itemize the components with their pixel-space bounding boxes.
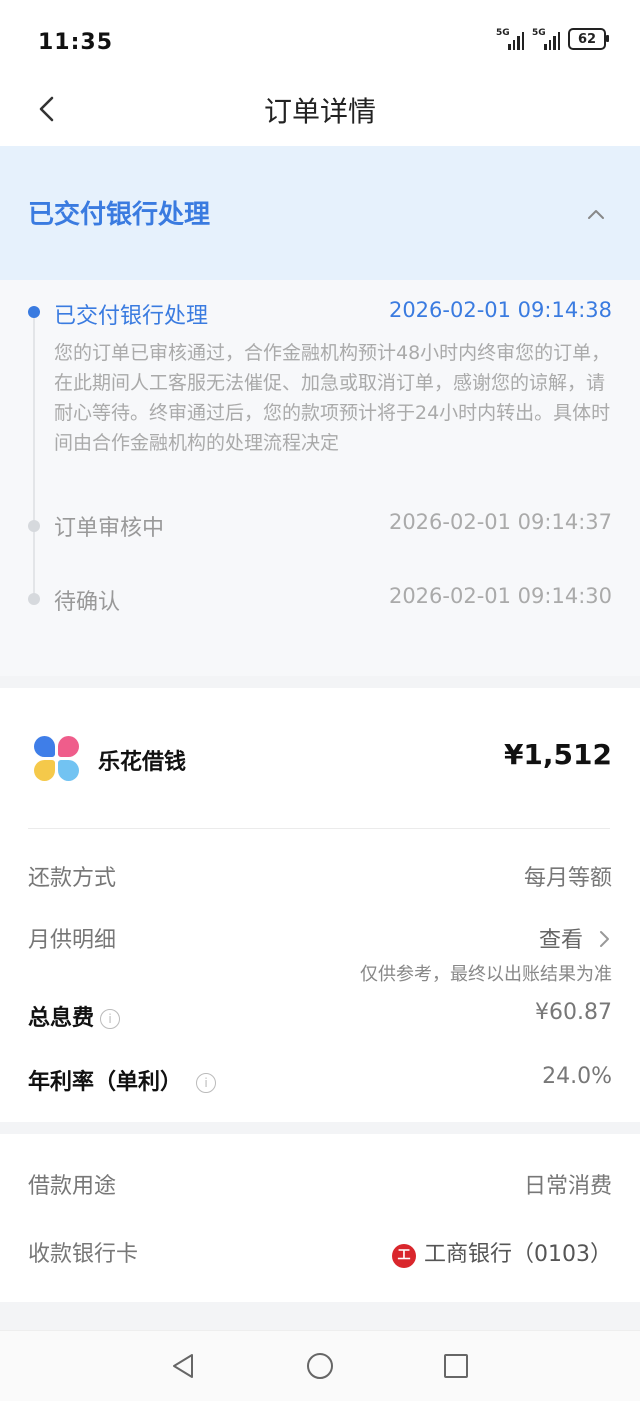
timeline-step-title: 待确认	[54, 590, 121, 615]
interest-value: ¥60.87	[535, 1000, 612, 1025]
monthly-detail-link[interactable]: 查看	[539, 922, 612, 954]
repay-method-label: 还款方式	[28, 866, 117, 891]
timeline-step-title: 订单审核中	[54, 516, 165, 541]
timeline-step-time: 2026-02-01 09:14:37	[388, 510, 612, 534]
rate-value: 24.0%	[542, 1064, 612, 1089]
repay-method-value: 每月等额	[523, 866, 612, 891]
icbc-bank-icon: 工	[392, 1244, 416, 1268]
chevron-right-icon	[600, 931, 609, 947]
loan-details-card: 借款用途 日常消费 收款银行卡 工工商银行（0103）	[0, 1134, 640, 1302]
purpose-label: 借款用途	[28, 1174, 117, 1199]
rate-label-row: 年利率（单利） i	[28, 1064, 217, 1096]
timeline-step-desc: 您的订单已审核通过，合作金融机构预计48小时内终审您的订单，在此期间人工客服无法…	[54, 342, 611, 454]
timeline-dot-active	[28, 306, 40, 318]
bank-card-value-row: 工工商银行（0103）	[392, 1236, 612, 1268]
divider	[28, 828, 610, 829]
nav-bar: 订单详情	[0, 80, 640, 146]
status-icons: 5G 5G 62	[496, 28, 609, 50]
order-timeline: 已交付银行处理 2026-02-01 09:14:38 您的订单已审核通过，合作…	[0, 280, 640, 676]
interest-label: 总息费	[28, 1006, 95, 1031]
status-header[interactable]: 已交付银行处理	[0, 146, 640, 280]
timeline-dot	[28, 520, 40, 532]
timeline-step-time: 2026-02-01 09:14:30	[388, 584, 612, 608]
info-icon[interactable]: i	[100, 1009, 121, 1029]
timeline-line	[33, 312, 35, 602]
bank-card-value: 工商银行（0103）	[424, 1242, 612, 1267]
system-nav-bar	[0, 1330, 640, 1401]
rate-label: 年利率（单利）	[28, 1070, 183, 1095]
status-time: 11:35	[38, 30, 114, 55]
info-icon[interactable]: i	[196, 1073, 217, 1093]
loan-amount: ¥1,512	[503, 738, 612, 771]
chevron-left-icon[interactable]	[32, 94, 62, 124]
chevron-up-icon[interactable]	[584, 202, 608, 226]
timeline-dot	[28, 593, 40, 605]
nav-recents-square-icon[interactable]	[441, 1351, 471, 1381]
purpose-value: 日常消费	[523, 1174, 612, 1199]
interest-label-row: 总息费 i	[28, 1000, 121, 1032]
loan-card: 乐花借钱 ¥1,512 还款方式 每月等额 月供明细 查看 仅供参考，最终以出账…	[0, 688, 640, 1122]
brand-logo-icon	[34, 736, 80, 782]
page-title: 订单详情	[263, 95, 376, 128]
signal-icon: 5G	[496, 28, 524, 50]
monthly-detail-note: 仅供参考，最终以出账结果为准	[360, 964, 612, 985]
status-bar: 11:35 5G 5G 62	[0, 0, 640, 80]
nav-back-triangle-icon[interactable]	[168, 1351, 198, 1381]
monthly-detail-action: 查看	[538, 928, 583, 953]
brand-name: 乐花借钱	[98, 750, 187, 775]
signal-icon: 5G	[532, 28, 560, 50]
timeline-step-time: 2026-02-01 09:14:38	[388, 298, 612, 322]
nav-home-circle-icon[interactable]	[305, 1351, 335, 1381]
status-title: 已交付银行处理	[28, 200, 211, 230]
battery-icon: 62	[568, 28, 609, 50]
timeline-step-title: 已交付银行处理	[54, 304, 209, 329]
bank-card-label: 收款银行卡	[28, 1242, 139, 1267]
monthly-detail-label: 月供明细	[28, 928, 117, 953]
